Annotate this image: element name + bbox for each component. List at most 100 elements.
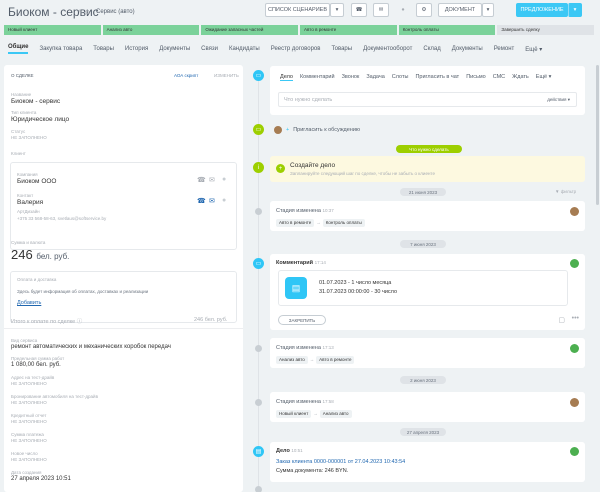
stage-label: Авто в ремонте: [304, 27, 337, 32]
deal-name[interactable]: Биоком - сервис: [11, 98, 60, 105]
tab-products-2[interactable]: Товары: [331, 46, 352, 52]
mail-icon[interactable]: ✉: [209, 197, 215, 205]
doc-link[interactable]: Заказ клиента 0000-000001 от 27.04.2023 …: [276, 459, 405, 465]
service-value[interactable]: ремонт автоматических и механических кор…: [11, 344, 171, 350]
tab-history[interactable]: История: [125, 46, 148, 52]
composer-tab-chat[interactable]: Пригласить в чат: [415, 74, 459, 81]
offer-dropdown[interactable]: ▾: [568, 3, 582, 17]
mail-button[interactable]: ✉: [373, 3, 389, 17]
contact-name[interactable]: Валерия: [17, 199, 43, 206]
circle-icon[interactable]: ●: [222, 197, 226, 204]
circle-icon[interactable]: ●: [222, 176, 226, 183]
note-icon[interactable]: ▢: [558, 316, 565, 324]
task-input[interactable]: Что нужно сделать действия ▾: [278, 92, 577, 107]
stage-item[interactable]: Контроль оплаты: [398, 25, 496, 35]
field-label: Кредитный отчет: [11, 413, 47, 418]
composer-tab-call[interactable]: Звонок: [342, 74, 360, 81]
stage-from: Новый клиент: [276, 410, 312, 418]
stage-item[interactable]: Ожидание запасных частей: [201, 25, 299, 35]
edit-link[interactable]: ИЗМЕНИТЬ: [214, 73, 239, 78]
contact-details: +375 33 568-58-63, svetlaus@softservice.…: [17, 216, 107, 221]
tab-contracts[interactable]: Реестр договоров: [271, 46, 321, 52]
address-value[interactable]: не заполнено: [11, 381, 47, 386]
pin-button[interactable]: ЗАКРЕПИТЬ: [278, 315, 326, 325]
tab-products[interactable]: Товары: [93, 46, 114, 52]
event-dot-icon: [255, 208, 262, 215]
tab-more-label: Ещё: [525, 46, 538, 53]
more-icon[interactable]: •••: [572, 315, 579, 322]
document-event: Дело 10:51 Заказ клиента 0000-000001 от …: [270, 442, 585, 482]
amount-value[interactable]: 246 бел. руб.: [11, 247, 69, 262]
tab-warehouse[interactable]: Склад: [423, 46, 440, 52]
client-type[interactable]: Юридическое лицо: [11, 116, 69, 123]
mail-icon[interactable]: ✉: [209, 176, 215, 184]
credit-value[interactable]: не заполнено: [11, 419, 47, 424]
deal-type-selector[interactable]: Сервис (авто): [96, 9, 135, 15]
phone-button[interactable]: ☎: [351, 3, 367, 17]
script-link[interactable]: АОА скрипт: [174, 73, 198, 78]
stage-item[interactable]: Анализ авто: [102, 25, 200, 35]
phone-icon[interactable]: ☎: [197, 197, 206, 205]
tab-candidates[interactable]: Кандидаты: [229, 46, 260, 52]
status-value[interactable]: не заполнено: [11, 135, 47, 140]
avatar: [570, 259, 579, 268]
tab-general[interactable]: Общие: [8, 44, 29, 54]
create-task-hint: Запланируйте следующий шаг по сделке, чт…: [290, 171, 435, 176]
stage-item[interactable]: Авто в ремонте: [300, 25, 397, 35]
composer-tab-comment[interactable]: Комментарий: [300, 74, 335, 81]
composer-tab-more[interactable]: Ещё ▾: [536, 74, 552, 81]
actions-dropdown[interactable]: действия ▾: [547, 97, 570, 103]
phone-icon[interactable]: ☎: [197, 176, 206, 184]
deal-details-panel: О СДЕЛКЕ АОА скрипт ИЗМЕНИТЬ Название Би…: [4, 65, 243, 492]
document-button[interactable]: ДОКУМЕНТ: [438, 3, 482, 17]
tab-doc-flow[interactable]: Документооборот: [363, 46, 412, 52]
tab-documents[interactable]: Документы: [159, 46, 190, 52]
status-button[interactable]: ●: [395, 3, 411, 17]
composer-tab-email[interactable]: Письмо: [466, 74, 485, 81]
filter-button[interactable]: ▼ фильтр: [555, 189, 576, 194]
tab-documents-2[interactable]: Документы: [452, 46, 483, 52]
document-label: ДОКУМЕНТ: [444, 7, 476, 13]
stage-item[interactable]: Новый клиент: [4, 25, 101, 35]
stage-to: Авто в ремонте: [316, 356, 355, 364]
tab-links[interactable]: Связи: [201, 46, 218, 52]
scrollbar[interactable]: [596, 65, 599, 205]
document-icon: ▤: [253, 446, 264, 457]
field-label: Статус: [11, 129, 26, 134]
add-icon[interactable]: +: [276, 164, 285, 173]
prelim-value[interactable]: 1 080,00 бел. руб.: [11, 362, 61, 368]
scenarios-dropdown[interactable]: ▾: [330, 3, 344, 17]
stage-label: Контроль оплаты: [402, 27, 439, 32]
event-header: Стадия изменена 17:13: [276, 345, 334, 351]
stage-item[interactable]: Завершить сделку: [497, 25, 595, 35]
event-time: 17:13: [322, 345, 334, 350]
composer-icon: ▭: [253, 70, 264, 81]
composer-tab-wait[interactable]: Ждать: [512, 74, 529, 81]
field-label: Тип клиента: [11, 110, 37, 115]
document-dropdown[interactable]: ▾: [482, 3, 494, 17]
booking-value[interactable]: не заполнено: [11, 400, 47, 405]
stage-chips: Новый клиент → Анализ авто: [276, 410, 352, 418]
composer-tab-task[interactable]: Дело: [280, 74, 293, 81]
doc-amount: Сумма документа: 246 BYN.: [276, 468, 349, 474]
company-name[interactable]: Биоком ООО: [17, 178, 57, 185]
composer-tabs: Дело Комментарий Звонок Задача Слоты При…: [280, 74, 551, 81]
composer-tab-todo[interactable]: Задача: [366, 74, 384, 81]
composer-tab-slots[interactable]: Слоты: [392, 74, 409, 81]
scenarios-button[interactable]: СПИСОК СЦЕНАРИЕВ: [265, 3, 330, 17]
payment-add-link[interactable]: Добавить: [17, 300, 41, 306]
payment-sum-value[interactable]: не заполнено: [11, 438, 47, 443]
tab-repair[interactable]: Ремонт: [494, 46, 515, 52]
offer-label: ПРЕДЛОЖЕНИЕ: [520, 7, 564, 13]
tab-more[interactable]: Ещё ▾: [525, 46, 542, 53]
create-task-title[interactable]: Создайте дело: [290, 162, 335, 169]
composer-tab-sms[interactable]: СМС: [493, 74, 505, 81]
message-icon: ▤: [285, 277, 307, 299]
avatar: [274, 126, 282, 134]
invite-row[interactable]: + Пригласить к обсуждению: [274, 126, 360, 134]
edit-icon[interactable]: ✎ ⚙: [78, 9, 90, 16]
new-value[interactable]: не заполнено: [11, 457, 47, 462]
settings-button[interactable]: ⚙: [416, 3, 432, 17]
tab-purchase[interactable]: Закупка товара: [39, 46, 82, 52]
offer-button[interactable]: ПРЕДЛОЖЕНИЕ: [516, 3, 568, 17]
